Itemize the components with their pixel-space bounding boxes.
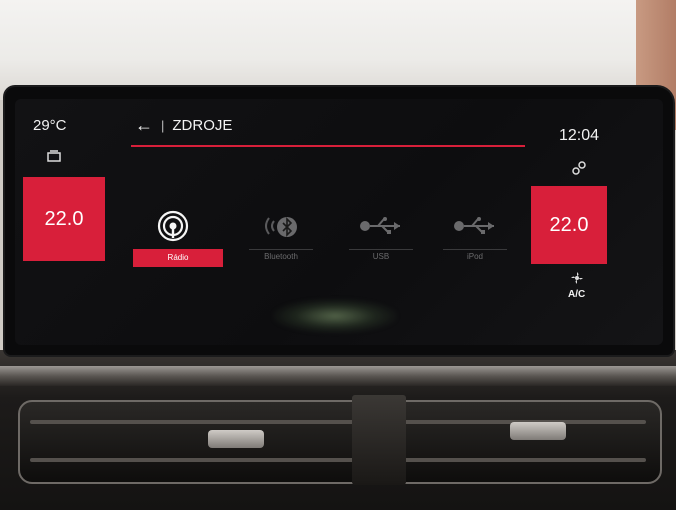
screen-reflection <box>273 299 397 333</box>
right-temperature-zone[interactable]: 22.0 <box>531 186 607 264</box>
source-label: Rádio <box>133 249 223 267</box>
source-usb[interactable]: USB <box>341 207 421 277</box>
radio-icon <box>133 207 213 245</box>
ac-label[interactable]: A/C <box>568 289 585 300</box>
clock: 12:04 <box>559 127 600 144</box>
header-underline <box>131 145 525 147</box>
source-label: Bluetooth <box>249 249 313 264</box>
vent-adjuster-left[interactable] <box>208 430 264 448</box>
source-label: iPod <box>443 249 507 264</box>
page-header: ← | ZDROJE <box>135 115 232 136</box>
bluetooth-icon <box>241 207 321 245</box>
infotainment-screen: 29°C 22.0 ← | ZDROJE 12:04 22.0 A/C Rádi… <box>5 87 673 355</box>
outside-temperature: 29°C <box>33 117 67 134</box>
usb-icon <box>341 207 421 245</box>
rear-window-defrost-icon[interactable] <box>47 149 61 165</box>
source-bluetooth[interactable]: Bluetooth <box>241 207 321 277</box>
background-wall <box>0 0 676 100</box>
vent-adjuster-right[interactable] <box>510 422 566 440</box>
source-ipod[interactable]: iPod <box>435 207 515 277</box>
air-vent <box>18 400 662 484</box>
display-panel: 29°C 22.0 ← | ZDROJE 12:04 22.0 A/C Rádi… <box>15 99 663 345</box>
ipod-usb-icon <box>435 207 515 245</box>
ac-fan-icon <box>571 271 583 287</box>
vent-center-block <box>352 395 406 485</box>
dashboard-trim <box>0 366 676 386</box>
header-separator: | <box>161 118 165 133</box>
source-label: USB <box>349 249 413 264</box>
settings-fan-icon[interactable] <box>572 161 586 178</box>
vent-slat <box>30 458 646 462</box>
source-radio[interactable]: Rádio <box>133 207 223 277</box>
left-temperature-zone[interactable]: 22.0 <box>23 177 105 261</box>
back-arrow-icon[interactable]: ← <box>135 115 153 136</box>
page-title: ZDROJE <box>172 117 233 134</box>
